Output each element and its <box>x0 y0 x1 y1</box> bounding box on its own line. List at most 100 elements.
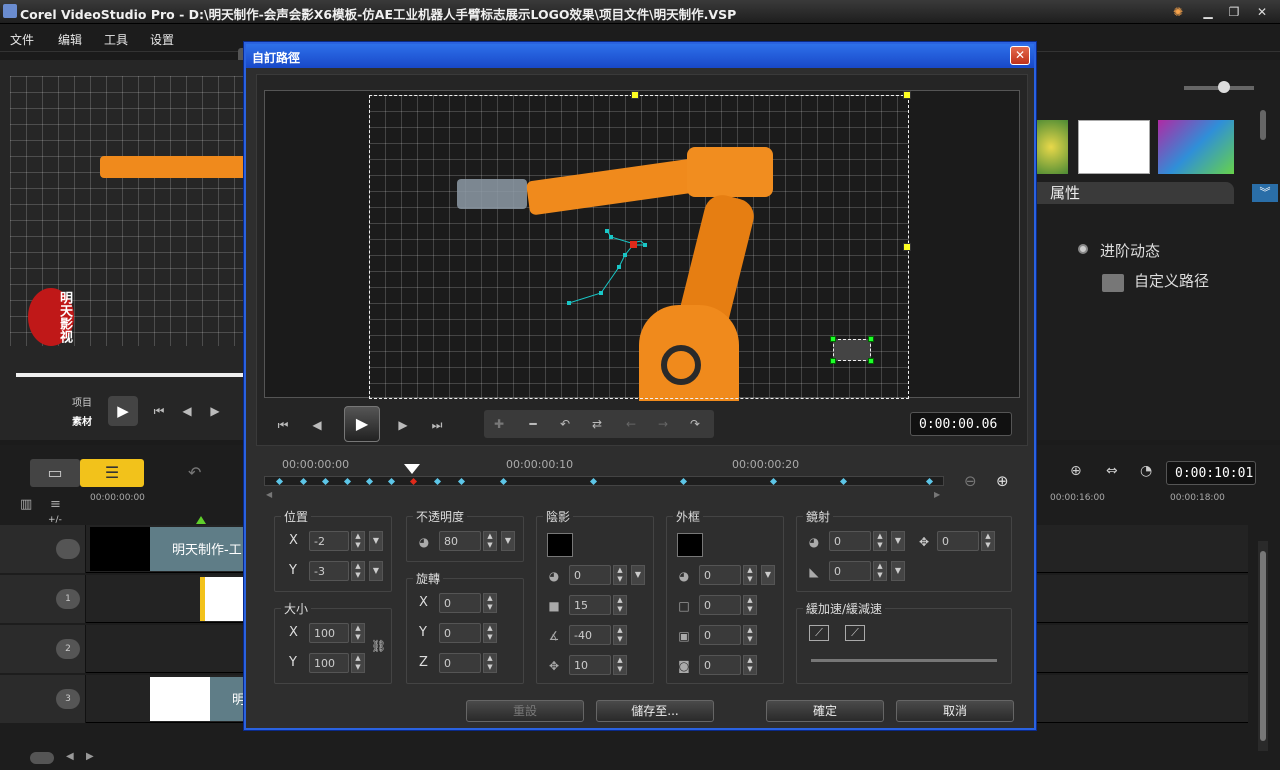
keyframe[interactable] <box>679 477 688 486</box>
advanced-motion-radio[interactable] <box>1078 244 1088 254</box>
go-end-icon[interactable]: ⏭ <box>428 416 446 434</box>
ease-in-icon[interactable]: ⟋ <box>809 625 829 641</box>
zoom-in-icon[interactable]: ⊕ <box>996 472 1009 490</box>
balloon-thumb[interactable] <box>1034 120 1068 174</box>
ruler-scroll-left[interactable]: ◀ <box>266 490 272 499</box>
fit-icon[interactable]: ⇔ <box>1106 463 1118 479</box>
project-mode-label[interactable]: 项目 <box>72 394 92 409</box>
timeline-timecode[interactable]: 0:00:10:01 <box>1166 461 1256 485</box>
keyframe[interactable] <box>589 477 598 486</box>
scroll-thumb[interactable] <box>1260 551 1266 741</box>
video-clip-thumb[interactable] <box>90 527 150 571</box>
keyframe[interactable] <box>839 477 848 486</box>
shadow-distance-spinner[interactable]: ▲ ▼ <box>613 655 627 675</box>
swap-keyframes-icon[interactable]: ⇄ <box>588 415 606 433</box>
prev-frame-icon[interactable]: ◀ <box>178 402 196 420</box>
title-clip[interactable]: 明天制作-工 <box>150 527 246 571</box>
expand-icon[interactable]: ︾ <box>1252 184 1278 202</box>
mirror-opacity-input[interactable]: 0 <box>829 531 871 551</box>
frame-handle-top[interactable] <box>631 91 639 99</box>
border-blur-input[interactable]: 0 <box>699 655 741 675</box>
keyframe[interactable] <box>299 477 308 486</box>
keyframe[interactable] <box>457 477 466 486</box>
keyframe[interactable] <box>321 477 330 486</box>
border-value-spinner[interactable]: ▲ ▼ <box>743 565 757 585</box>
list-icon[interactable]: ≡ <box>50 497 76 512</box>
next-frame-icon[interactable]: ▶ <box>206 402 224 420</box>
ease-slider[interactable] <box>811 659 997 662</box>
prev-frame-icon[interactable]: ◀ <box>308 416 326 434</box>
keyframe-track[interactable] <box>264 476 944 486</box>
shadow-value-input[interactable]: 0 <box>569 565 611 585</box>
overlay-clip-3[interactable]: 明 <box>210 677 246 721</box>
add-track-button[interactable]: +/- <box>48 515 62 525</box>
move-right-icon[interactable]: → <box>654 415 672 433</box>
overlay-clip-3-thumb[interactable] <box>150 677 210 721</box>
frame-handle-top-right[interactable] <box>903 91 911 99</box>
mirror-fade-input[interactable]: 0 <box>829 561 871 581</box>
ok-button[interactable]: 確定 <box>766 700 884 722</box>
save-to-button[interactable]: 儲存至... <box>596 700 714 722</box>
play-button[interactable]: ▶ <box>344 406 380 442</box>
link-aspect-icon[interactable]: ⛓ <box>371 639 386 653</box>
keyframe[interactable] <box>499 477 508 486</box>
help-icon[interactable]: ✺ <box>1168 3 1188 21</box>
position-y-spinner[interactable]: ▲ ▼ <box>351 561 365 581</box>
storyboard-view-button[interactable]: ▭ <box>30 459 80 487</box>
rotation-x-spinner[interactable]: ▲ ▼ <box>483 593 497 613</box>
restore-button[interactable]: ❐ <box>1224 3 1244 21</box>
keyframe[interactable] <box>365 477 374 486</box>
rotation-y-input[interactable]: 0 <box>439 623 481 643</box>
keyframe-selected[interactable] <box>409 477 418 486</box>
sketch-thumb[interactable] <box>1078 120 1150 174</box>
rotation-z-spinner[interactable]: ▲ ▼ <box>483 653 497 673</box>
minimize-button[interactable]: ▁ <box>1198 3 1218 21</box>
clip-mode-label[interactable]: 素材 <box>72 413 92 428</box>
mirror-dropdown[interactable]: ▼ <box>891 531 905 551</box>
keyframe[interactable] <box>387 477 396 486</box>
menu-tools[interactable]: 工具 <box>104 31 128 48</box>
mirror-offset-input[interactable]: 0 <box>937 531 979 551</box>
border-transparency-input[interactable]: 0 <box>699 625 741 645</box>
ruler-scroll-right[interactable]: ▶ <box>934 490 940 499</box>
menu-edit[interactable]: 编辑 <box>58 31 82 48</box>
position-y-dropdown[interactable]: ▼ <box>369 561 383 581</box>
mirror-fade-spinner[interactable]: ▲ ▼ <box>873 561 887 581</box>
frame-handle-right[interactable] <box>903 243 911 251</box>
timeline-view-button[interactable]: ☰ <box>80 459 144 487</box>
shadow-dropdown[interactable]: ▼ <box>631 565 645 585</box>
zoom-out-icon[interactable]: ⊖ <box>964 472 977 490</box>
track-manager-icon[interactable] <box>30 752 54 764</box>
border-blur-spinner[interactable]: ▲ ▼ <box>743 655 757 675</box>
move-left-icon[interactable]: ← <box>622 415 640 433</box>
keyframe[interactable] <box>433 477 442 486</box>
position-x-spinner[interactable]: ▲ ▼ <box>351 531 365 551</box>
shadow-transparency-spinner[interactable]: ▲ ▼ <box>613 595 627 615</box>
mirror-fade-dropdown[interactable]: ▼ <box>891 561 905 581</box>
custom-path-icon[interactable] <box>1102 274 1124 292</box>
keyframe[interactable] <box>343 477 352 486</box>
remove-keyframe-icon[interactable]: ━ <box>524 415 542 433</box>
clock-icon[interactable]: ◔ <box>1140 463 1152 479</box>
custom-path-label[interactable]: 自定义路径 <box>1134 270 1209 291</box>
ease-out-icon[interactable]: ⟋ <box>845 625 865 641</box>
size-y-input[interactable]: 100 <box>309 653 349 673</box>
menu-file[interactable]: 文件 <box>10 31 34 48</box>
shadow-angle-spinner[interactable]: ▲ ▼ <box>613 625 627 645</box>
size-x-spinner[interactable]: ▲ ▼ <box>351 623 365 643</box>
add-keyframe-icon[interactable]: ✚ <box>490 415 508 433</box>
position-x-dropdown[interactable]: ▼ <box>369 531 383 551</box>
timeline-vscroll[interactable] <box>1258 541 1268 751</box>
rotation-z-input[interactable]: 0 <box>439 653 481 673</box>
menu-settings[interactable]: 设置 <box>150 31 174 48</box>
scroll-left-icon[interactable]: ◀ <box>66 751 74 762</box>
reverse-keyframes-icon[interactable]: ↶ <box>556 415 574 433</box>
shadow-angle-input[interactable]: -40 <box>569 625 611 645</box>
border-width-spinner[interactable]: ▲ ▼ <box>743 595 757 615</box>
home-icon[interactable]: ⏮ <box>150 402 168 420</box>
next-frame-icon[interactable]: ▶ <box>394 416 412 434</box>
zoom-in-icon[interactable]: ⊕ <box>1070 463 1082 479</box>
border-color-swatch[interactable] <box>677 533 703 557</box>
opacity-input[interactable]: 80 <box>439 531 481 551</box>
opacity-dropdown[interactable]: ▼ <box>501 531 515 551</box>
